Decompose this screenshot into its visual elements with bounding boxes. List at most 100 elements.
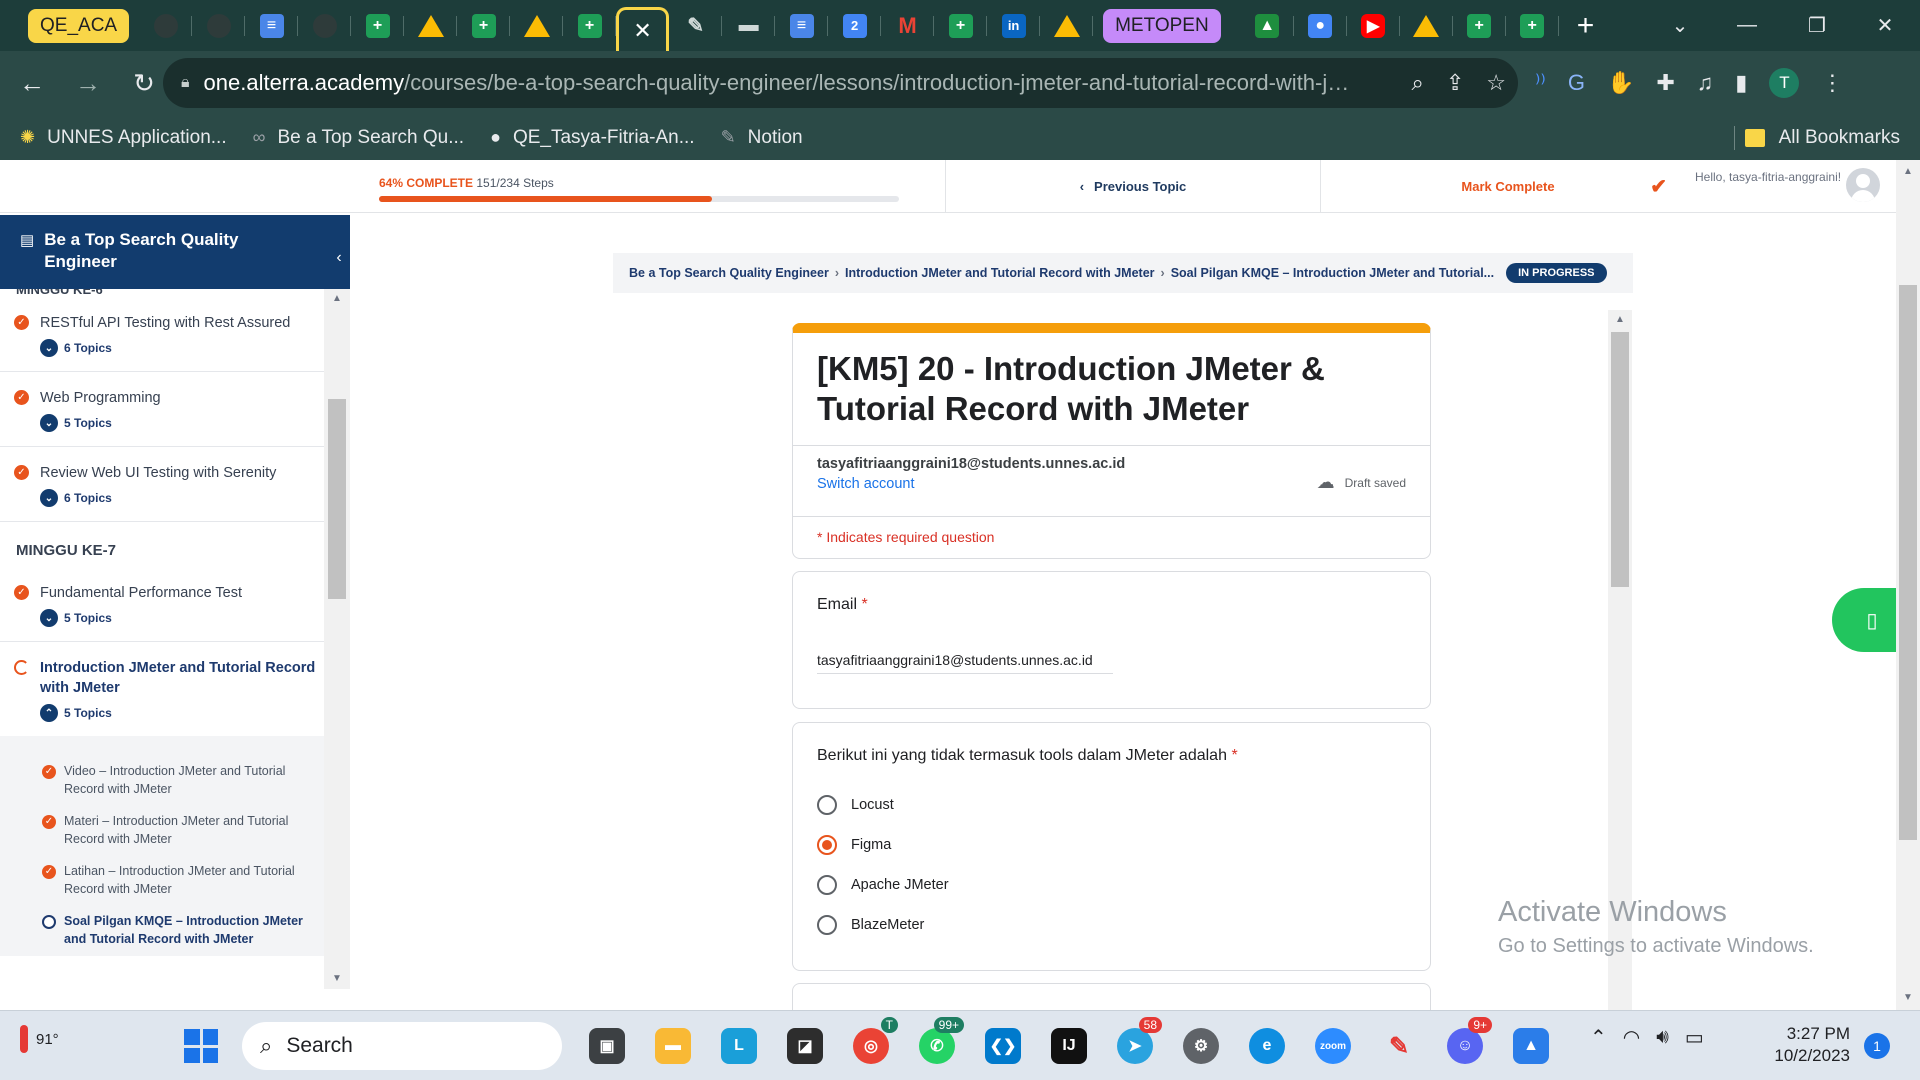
lesson-item[interactable]: ✓ Fundamental Performance Test ⌄ 5 Topics bbox=[0, 567, 324, 642]
notification-badge[interactable]: 1 bbox=[1864, 1033, 1890, 1059]
radio-button[interactable] bbox=[817, 795, 837, 815]
topic-item-active[interactable]: Soal Pilgan KMQE – Introduction JMeter a… bbox=[0, 906, 324, 956]
zoom-button[interactable]: zoom bbox=[1300, 1021, 1366, 1071]
chevron-down-icon[interactable]: ⌄ bbox=[40, 414, 58, 432]
previous-topic-button[interactable]: ‹ Previous Topic bbox=[945, 160, 1320, 213]
battery-icon[interactable]: ▭ bbox=[1685, 1025, 1704, 1050]
page-scrollbar[interactable]: ▲ ▼ bbox=[1896, 160, 1920, 1010]
media-control-icon[interactable]: ♫ bbox=[1697, 70, 1714, 96]
user-avatar[interactable] bbox=[1846, 168, 1880, 202]
start-button[interactable] bbox=[184, 1029, 218, 1063]
forward-button[interactable]: → bbox=[64, 59, 112, 107]
chrome-button[interactable]: ◎ T bbox=[838, 1017, 904, 1071]
share-icon[interactable]: ⇪ bbox=[1446, 70, 1464, 96]
breadcrumb-topic[interactable]: Soal Pilgan KMQE – Introduction JMeter a… bbox=[1171, 266, 1494, 280]
tab-drive-4[interactable] bbox=[1400, 0, 1453, 51]
bookmark-notion[interactable]: ✎ Notion bbox=[721, 127, 803, 149]
lesson-item[interactable]: ✓ RESTful API Testing with Rest Assured … bbox=[0, 297, 324, 372]
tab-classroom[interactable]: ▲ bbox=[1241, 0, 1294, 51]
radio-option-figma[interactable]: Figma bbox=[817, 825, 1406, 865]
extensions-puzzle-icon[interactable]: ✚ bbox=[1656, 70, 1674, 96]
all-bookmarks-button[interactable]: All Bookmarks bbox=[1744, 127, 1900, 149]
scroll-up-arrow-icon[interactable]: ▲ bbox=[1903, 166, 1913, 177]
tab-group-qe-aca[interactable]: QE_ACA bbox=[28, 8, 130, 43]
radio-option-locust[interactable]: Locust bbox=[817, 785, 1406, 825]
tab-drive-3[interactable] bbox=[1040, 0, 1094, 51]
sticky-notes-button[interactable]: ◪ bbox=[772, 1021, 838, 1071]
tab-sheets-5[interactable]: + bbox=[1453, 0, 1506, 51]
tab-group-metopen[interactable]: METOPEN bbox=[1103, 8, 1221, 43]
restore-button[interactable]: ❐ bbox=[1782, 0, 1852, 51]
photos-button[interactable]: ▲ bbox=[1498, 1021, 1564, 1071]
adblock-icon[interactable]: ✋ bbox=[1607, 70, 1634, 96]
read-aloud-icon[interactable]: ⁾⁾ bbox=[1535, 70, 1546, 96]
chevron-up-icon[interactable]: ⌃ bbox=[1590, 1025, 1607, 1050]
topic-item[interactable]: ✓ Video – Introduction JMeter and Tutoria… bbox=[0, 756, 324, 806]
chevron-down-icon[interactable]: ⌄ bbox=[40, 489, 58, 507]
pen-app-button[interactable]: ✎ bbox=[1366, 1021, 1432, 1071]
vscode-button[interactable]: ❮❯ bbox=[970, 1021, 1036, 1071]
whatsapp-button[interactable]: ✆ 99+ bbox=[904, 1017, 970, 1071]
discord-button[interactable]: ☺ 9+ bbox=[1432, 1017, 1498, 1071]
taskbar-search[interactable]: ⌕ Search bbox=[242, 1022, 562, 1070]
scroll-down-arrow-icon[interactable]: ▼ bbox=[1903, 992, 1913, 1003]
reload-button[interactable]: ↻ bbox=[120, 59, 168, 107]
side-panel-icon[interactable]: ▮ bbox=[1735, 70, 1747, 96]
settings-button[interactable]: ⚙ bbox=[1168, 1021, 1234, 1071]
system-clock[interactable]: 3:27 PM 10/2/2023 bbox=[1764, 1023, 1850, 1067]
tab-linkedin[interactable]: in bbox=[987, 0, 1041, 51]
wifi-icon[interactable]: ◠ bbox=[1623, 1025, 1640, 1050]
active-tab-close-button[interactable]: ✕ bbox=[616, 7, 670, 51]
tab-drive-1[interactable] bbox=[404, 0, 458, 51]
lesson-item[interactable]: ✓ Web Programming ⌄ 5 Topics bbox=[0, 372, 324, 447]
weather-widget[interactable]: 91° bbox=[20, 1025, 59, 1053]
tab-sheets-6[interactable]: + bbox=[1506, 0, 1559, 51]
bookmark-unnes[interactable]: ✺ UNNES Application... bbox=[20, 127, 227, 149]
tab-tool-2[interactable]: ▬ bbox=[722, 0, 776, 51]
tab-gmail[interactable]: M bbox=[881, 0, 935, 51]
topic-item[interactable]: ✓ Latihan – Introduction JMeter and Tutor… bbox=[0, 856, 324, 906]
email-answer-field[interactable]: tasyafitriaanggraini18@students.unnes.ac… bbox=[817, 652, 1113, 674]
lesson-item-active[interactable]: Introduction JMeter and Tutorial Record … bbox=[0, 642, 324, 736]
page-scroll-thumb[interactable] bbox=[1899, 285, 1917, 840]
tab-drive-2[interactable] bbox=[510, 0, 564, 51]
profile-avatar[interactable]: T bbox=[1769, 68, 1800, 98]
chevron-down-icon[interactable]: ⌄ bbox=[40, 339, 58, 357]
breadcrumb-lesson[interactable]: Introduction JMeter and Tutorial Record … bbox=[845, 266, 1155, 280]
breadcrumb-course[interactable]: Be a Top Search Quality Engineer bbox=[629, 266, 829, 280]
tab-docs-1[interactable]: ≡ bbox=[245, 0, 299, 51]
new-tab-button[interactable]: + bbox=[1577, 9, 1595, 43]
form-scroll-thumb[interactable] bbox=[1611, 332, 1629, 587]
sidebar-scroll-thumb[interactable] bbox=[328, 399, 346, 599]
radio-button[interactable] bbox=[817, 875, 837, 895]
tab-contacts[interactable]: ● bbox=[1294, 0, 1347, 51]
scroll-down-arrow-icon[interactable]: ▼ bbox=[332, 973, 342, 984]
scroll-up-arrow-icon[interactable]: ▲ bbox=[332, 293, 342, 304]
tab-search-chevron-icon[interactable]: ⌄ bbox=[1645, 0, 1715, 51]
zoom-icon[interactable]: ⌕ bbox=[1412, 70, 1424, 96]
edge-button[interactable]: e bbox=[1234, 1021, 1300, 1071]
topic-item[interactable]: ✓ Materi – Introduction JMeter and Tutori… bbox=[0, 806, 324, 856]
volume-icon[interactable]: 🔊︎ bbox=[1656, 1026, 1669, 1049]
tab-sheets-3[interactable]: + bbox=[563, 0, 617, 51]
sidebar-collapse-button[interactable]: ‹ bbox=[328, 239, 350, 277]
radio-button[interactable] bbox=[817, 915, 837, 935]
chevron-up-icon[interactable]: ⌃ bbox=[40, 704, 58, 722]
intellij-button[interactable]: IJ bbox=[1036, 1021, 1102, 1071]
radio-option-blazemeter[interactable]: BlazeMeter bbox=[817, 905, 1406, 945]
address-bar[interactable]: 🔒︎ one.alterra.academy /courses/be-a-top… bbox=[163, 58, 1518, 108]
tab-youtube[interactable]: ▶ bbox=[1347, 0, 1400, 51]
mark-complete-button[interactable]: Mark Complete ✔ bbox=[1320, 160, 1695, 213]
bookmark-github-repo[interactable]: ● QE_Tasya-Fitria-An... bbox=[490, 127, 694, 149]
tab-sheets-2[interactable]: + bbox=[457, 0, 511, 51]
tab-docs-2[interactable]: ≡ bbox=[775, 0, 829, 51]
telegram-button[interactable]: ➤ 58 bbox=[1102, 1017, 1168, 1071]
lesson-item[interactable]: ✓ Review Web UI Testing with Serenity ⌄ 6… bbox=[0, 447, 324, 522]
chrome-menu-icon[interactable]: ⋮ bbox=[1821, 70, 1843, 96]
bookmark-course[interactable]: ∞ Be a Top Search Qu... bbox=[253, 127, 464, 149]
radio-button-selected[interactable] bbox=[817, 835, 837, 855]
tab-github-3[interactable] bbox=[298, 0, 352, 51]
tab-calendar[interactable]: 2 bbox=[828, 0, 882, 51]
tab-tool-1[interactable]: ✎ bbox=[669, 0, 723, 51]
app-l-button[interactable]: L bbox=[706, 1021, 772, 1071]
